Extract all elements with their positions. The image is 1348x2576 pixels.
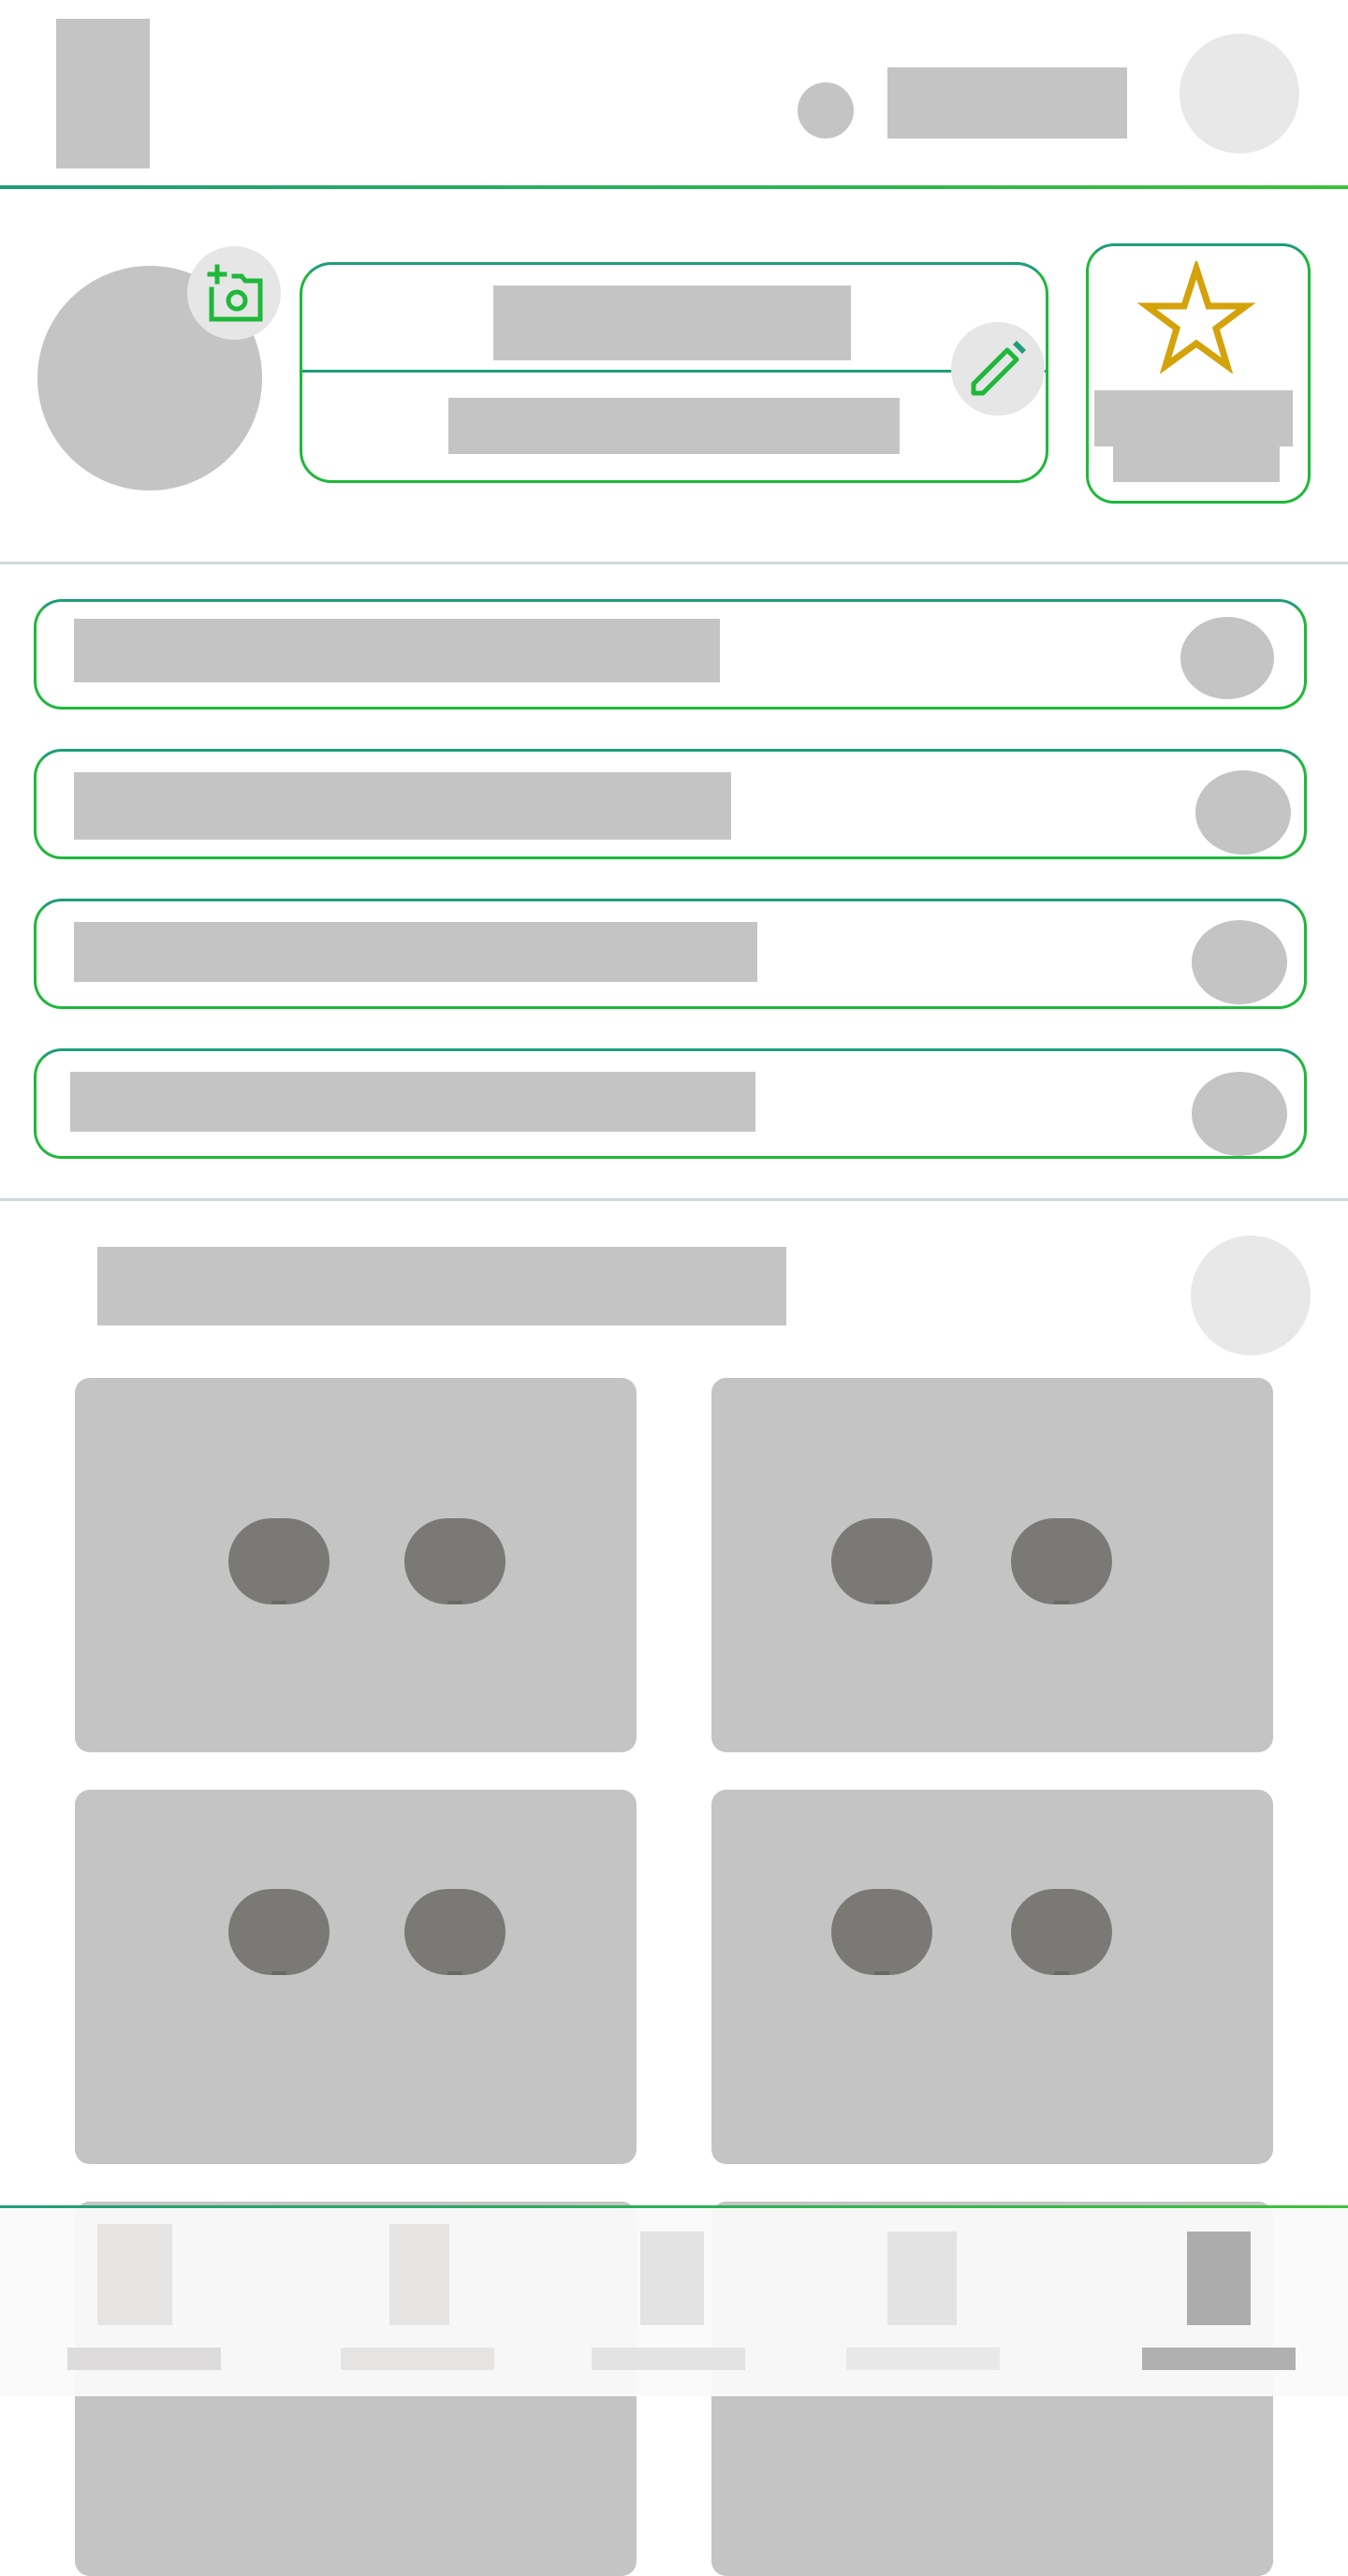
nav-label [67, 2348, 221, 2370]
device-tile[interactable] [75, 1790, 637, 2164]
nav-icon [1187, 2232, 1251, 2325]
settings-row[interactable] [34, 599, 1307, 710]
profile-name [493, 285, 851, 360]
device-tile[interactable] [711, 1790, 1273, 2164]
add-circle-icon[interactable] [1191, 1236, 1311, 1355]
row-toggle-icon[interactable] [1192, 920, 1287, 1004]
app-logo [56, 19, 150, 168]
nav-icon [97, 2224, 172, 2325]
settings-row-label [70, 1072, 755, 1132]
nav-label [592, 2348, 745, 2370]
device-icon [831, 1518, 932, 1604]
device-icon [1011, 1889, 1112, 1975]
device-icon [228, 1889, 330, 1975]
favorite-sublabel [1113, 445, 1280, 482]
nav-label [846, 2348, 1000, 2370]
nav-icon [640, 2232, 704, 2325]
settings-row[interactable] [34, 749, 1307, 859]
device-icon [831, 1889, 932, 1975]
device-icon [404, 1518, 506, 1604]
device-tile[interactable] [711, 1378, 1273, 1752]
settings-row-label [74, 619, 720, 682]
settings-row-label [74, 772, 731, 840]
row-toggle-icon[interactable] [1192, 1072, 1287, 1156]
name-card-divider [302, 370, 1046, 373]
device-icon [1011, 1518, 1112, 1604]
device-icon [228, 1518, 330, 1604]
row-toggle-icon[interactable] [1180, 617, 1274, 699]
add-photo-camera-icon [207, 264, 263, 322]
nav-label [1142, 2348, 1296, 2370]
nav-icon [389, 2224, 449, 2325]
avatar-icon[interactable] [1180, 34, 1299, 154]
device-icon [404, 1889, 506, 1975]
header-divider [0, 185, 1348, 189]
row-toggle-icon[interactable] [1195, 770, 1291, 855]
devices-title [97, 1247, 786, 1325]
add-photo-button[interactable] [187, 246, 281, 340]
favorite-label [1094, 390, 1293, 446]
name-card[interactable] [300, 262, 1048, 483]
header-title [887, 67, 1127, 139]
device-tile[interactable] [75, 1378, 637, 1752]
settings-row[interactable] [34, 899, 1307, 1009]
status-dot-icon [798, 82, 854, 139]
pencil-icon [971, 341, 1026, 396]
settings-row[interactable] [34, 1048, 1307, 1159]
favorite-card[interactable] [1086, 243, 1311, 504]
settings-divider [0, 1198, 1348, 1201]
bottom-nav [0, 2205, 1348, 2396]
bottom-nav-divider [0, 2205, 1348, 2208]
nav-icon [887, 2232, 957, 2325]
settings-row-label [74, 922, 757, 982]
nav-label [341, 2348, 494, 2370]
profile-subtitle [448, 398, 900, 454]
profile-divider [0, 562, 1348, 564]
edit-profile-button[interactable] [951, 322, 1045, 416]
star-icon [1136, 261, 1256, 373]
